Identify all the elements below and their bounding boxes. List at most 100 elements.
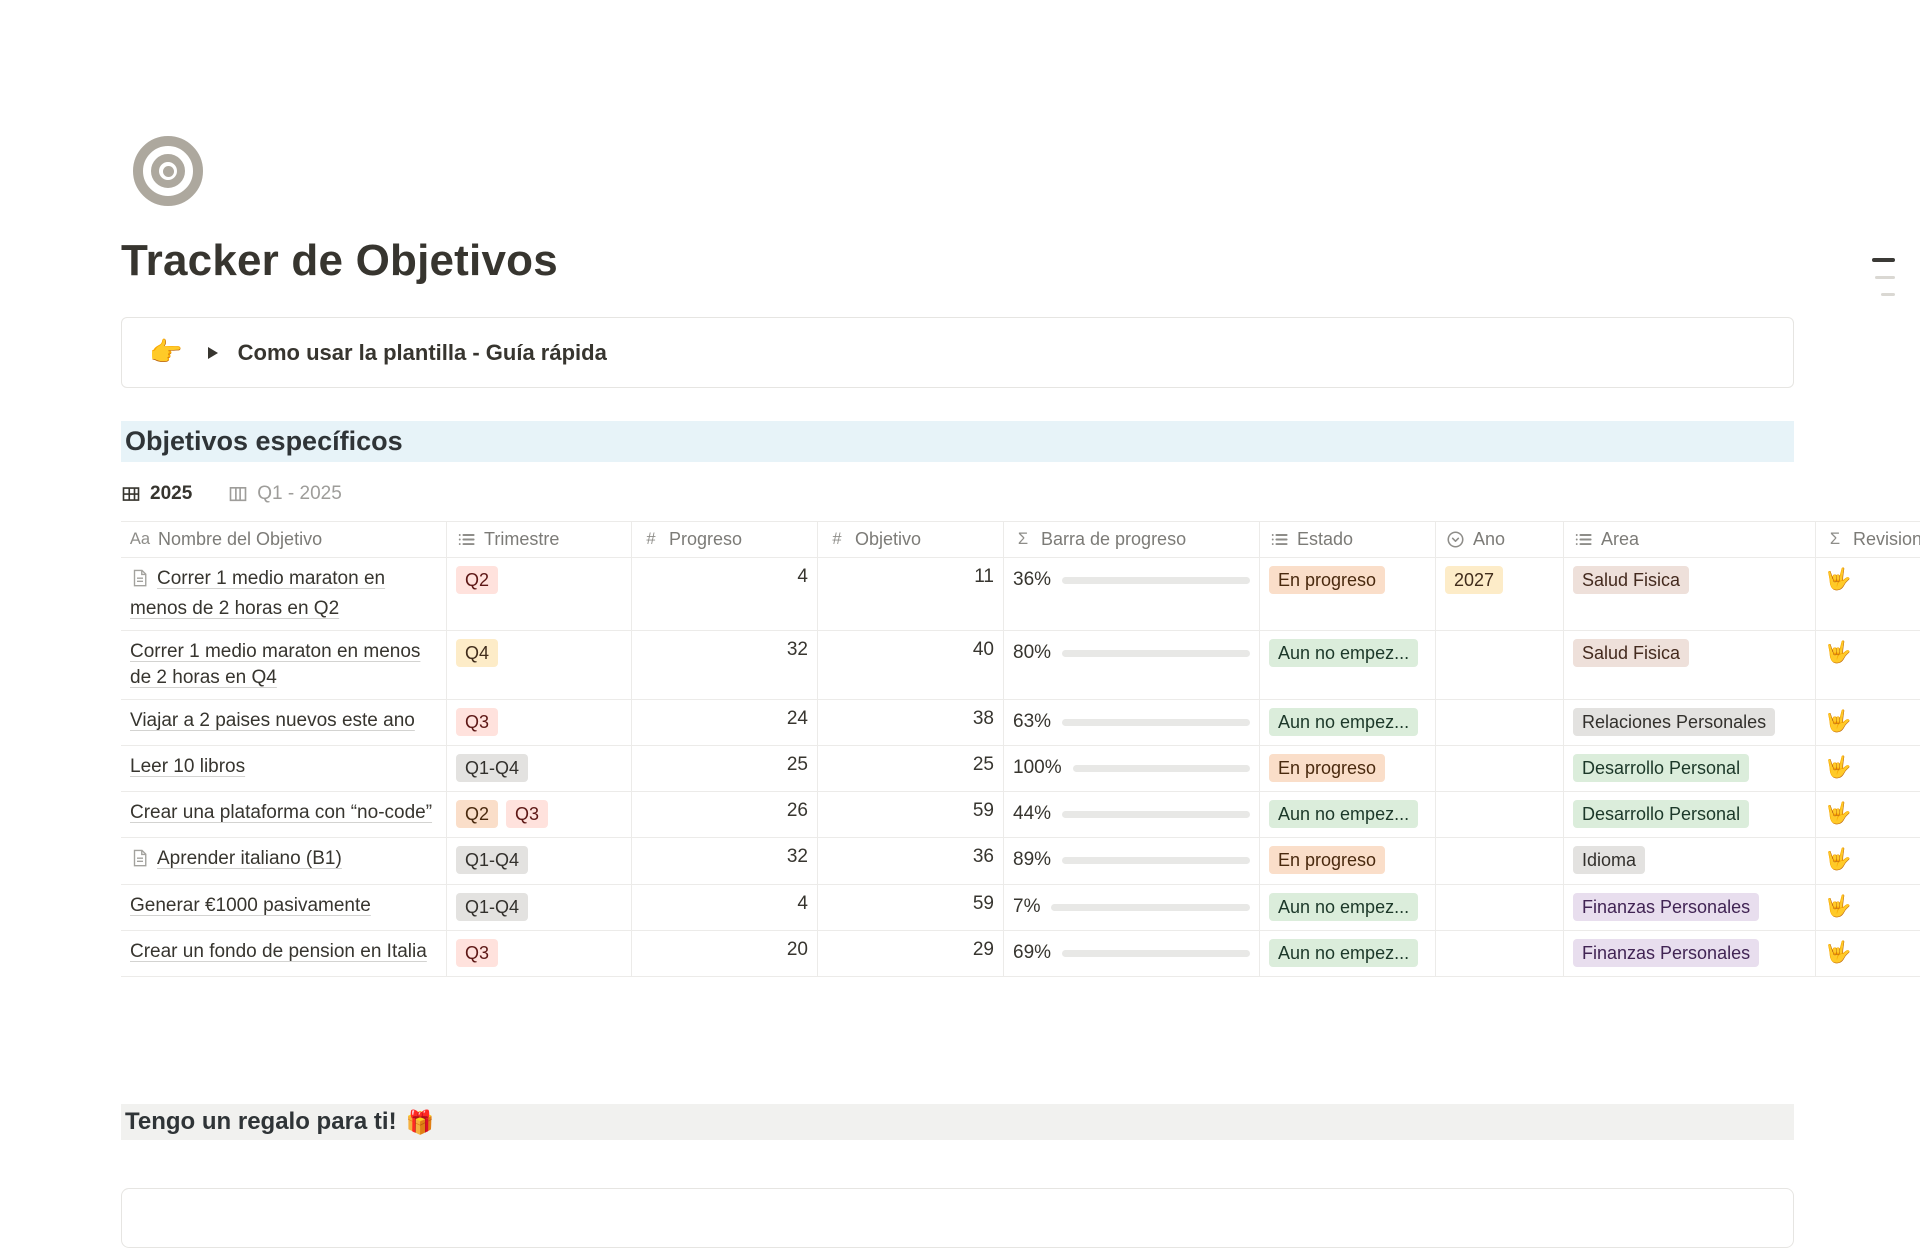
estado-cell[interactable]: Aun no empez... bbox=[1260, 792, 1436, 837]
objective-link[interactable]: Leer 10 libros bbox=[130, 756, 245, 777]
area-cell[interactable]: Idioma bbox=[1564, 838, 1816, 884]
estado-cell[interactable]: En progreso bbox=[1260, 746, 1436, 791]
area-cell[interactable]: Salud Fisica bbox=[1564, 631, 1816, 699]
column-header-trimestre[interactable]: Trimestre bbox=[447, 522, 632, 557]
progress-bar-cell[interactable]: 89% bbox=[1004, 838, 1260, 884]
tag-En progreso[interactable]: En progreso bbox=[1269, 566, 1385, 594]
tag-2027[interactable]: 2027 bbox=[1445, 566, 1503, 594]
objetivo-cell[interactable]: 36 bbox=[818, 838, 1004, 884]
ano-cell[interactable]: 2027 bbox=[1436, 558, 1564, 630]
trimestre-cell[interactable]: Q1-Q4 bbox=[447, 746, 632, 791]
objective-name-cell[interactable]: Viajar a 2 paises nuevos este ano bbox=[121, 700, 447, 745]
tag-Idioma[interactable]: Idioma bbox=[1573, 846, 1645, 874]
revision-cell[interactable]: 🤟 bbox=[1816, 631, 1920, 699]
estado-cell[interactable]: Aun no empez... bbox=[1260, 931, 1436, 976]
trimestre-cell[interactable]: Q3 bbox=[447, 931, 632, 976]
tag-Q3[interactable]: Q3 bbox=[506, 800, 548, 828]
objective-link[interactable]: Crear una plataforma con “no-code” bbox=[130, 802, 432, 823]
revision-cell[interactable]: 🤟 bbox=[1816, 931, 1920, 976]
tag-Salud Fisica[interactable]: Salud Fisica bbox=[1573, 566, 1689, 594]
progreso-cell[interactable]: 4 bbox=[632, 885, 818, 930]
page-target-icon[interactable] bbox=[133, 136, 203, 206]
tag-Q1-Q4[interactable]: Q1-Q4 bbox=[456, 893, 528, 921]
callout-toggle-label[interactable]: Como usar la plantilla - Guía rápida bbox=[238, 340, 607, 366]
objetivo-cell[interactable]: 59 bbox=[818, 885, 1004, 930]
trimestre-cell[interactable]: Q2Q3 bbox=[447, 792, 632, 837]
progress-bar-cell[interactable]: 80% bbox=[1004, 631, 1260, 699]
area-cell[interactable]: Desarrollo Personal bbox=[1564, 746, 1816, 791]
revision-cell[interactable]: 🤟 bbox=[1816, 700, 1920, 745]
tag-Aun no empez...[interactable]: Aun no empez... bbox=[1269, 939, 1418, 967]
objective-name-cell[interactable]: Generar €1000 pasivamente bbox=[121, 885, 447, 930]
column-header-barra[interactable]: ΣBarra de progreso bbox=[1004, 522, 1260, 557]
tag-Aun no empez...[interactable]: Aun no empez... bbox=[1269, 639, 1418, 667]
progreso-cell[interactable]: 20 bbox=[632, 931, 818, 976]
progress-bar-cell[interactable]: 36% bbox=[1004, 558, 1260, 630]
estado-cell[interactable]: En progreso bbox=[1260, 838, 1436, 884]
tag-Desarrollo Personal[interactable]: Desarrollo Personal bbox=[1573, 754, 1749, 782]
tag-Q1-Q4[interactable]: Q1-Q4 bbox=[456, 846, 528, 874]
progreso-cell[interactable]: 24 bbox=[632, 700, 818, 745]
tag-Q1-Q4[interactable]: Q1-Q4 bbox=[456, 754, 528, 782]
tag-Q4[interactable]: Q4 bbox=[456, 639, 498, 667]
toc-line-2[interactable] bbox=[1875, 276, 1895, 279]
tag-Aun no empez...[interactable]: Aun no empez... bbox=[1269, 800, 1418, 828]
revision-cell[interactable]: 🤟 bbox=[1816, 746, 1920, 791]
trimestre-cell[interactable]: Q1-Q4 bbox=[447, 838, 632, 884]
area-cell[interactable]: Salud Fisica bbox=[1564, 558, 1816, 630]
objective-link[interactable]: Generar €1000 pasivamente bbox=[130, 895, 371, 916]
objective-name-cell[interactable]: Leer 10 libros bbox=[121, 746, 447, 791]
tag-Desarrollo Personal[interactable]: Desarrollo Personal bbox=[1573, 800, 1749, 828]
ano-cell[interactable] bbox=[1436, 631, 1564, 699]
revision-cell[interactable]: 🤟 bbox=[1816, 558, 1920, 630]
area-cell[interactable]: Finanzas Personales bbox=[1564, 885, 1816, 930]
objetivo-cell[interactable]: 11 bbox=[818, 558, 1004, 630]
objective-name-cell[interactable]: Crear un fondo de pension en Italia bbox=[121, 931, 447, 976]
trimestre-cell[interactable]: Q3 bbox=[447, 700, 632, 745]
tag-Q2[interactable]: Q2 bbox=[456, 566, 498, 594]
progress-bar-cell[interactable]: 69% bbox=[1004, 931, 1260, 976]
tab-2025[interactable]: 2025 bbox=[121, 483, 192, 505]
tag-Finanzas Personales[interactable]: Finanzas Personales bbox=[1573, 939, 1759, 967]
revision-cell[interactable]: 🤟 bbox=[1816, 792, 1920, 837]
objetivo-cell[interactable]: 40 bbox=[818, 631, 1004, 699]
objective-link[interactable]: Correr 1 medio maraton en menos de 2 hor… bbox=[130, 568, 385, 619]
ano-cell[interactable] bbox=[1436, 746, 1564, 791]
ano-cell[interactable] bbox=[1436, 700, 1564, 745]
objective-link[interactable]: Aprender italiano (B1) bbox=[157, 848, 342, 869]
progreso-cell[interactable]: 32 bbox=[632, 838, 818, 884]
estado-cell[interactable]: En progreso bbox=[1260, 558, 1436, 630]
objetivo-cell[interactable]: 38 bbox=[818, 700, 1004, 745]
ano-cell[interactable] bbox=[1436, 885, 1564, 930]
progreso-cell[interactable]: 4 bbox=[632, 558, 818, 630]
objective-link[interactable]: Crear un fondo de pension en Italia bbox=[130, 941, 427, 962]
revision-cell[interactable]: 🤟 bbox=[1816, 885, 1920, 930]
area-cell[interactable]: Finanzas Personales bbox=[1564, 931, 1816, 976]
objective-name-cell[interactable]: Correr 1 medio maraton en menos de 2 hor… bbox=[121, 631, 447, 699]
tab-q1-2025[interactable]: Q1 - 2025 bbox=[228, 483, 342, 505]
how-to-callout[interactable]: 👉 Como usar la plantilla - Guía rápida bbox=[121, 317, 1794, 388]
trimestre-cell[interactable]: Q4 bbox=[447, 631, 632, 699]
progress-bar-cell[interactable]: 7% bbox=[1004, 885, 1260, 930]
objective-name-cell[interactable]: Crear una plataforma con “no-code” bbox=[121, 792, 447, 837]
toc-line-3[interactable] bbox=[1881, 293, 1895, 296]
objetivo-cell[interactable]: 29 bbox=[818, 931, 1004, 976]
tag-Salud Fisica[interactable]: Salud Fisica bbox=[1573, 639, 1689, 667]
progress-bar-cell[interactable]: 63% bbox=[1004, 700, 1260, 745]
trimestre-cell[interactable]: Q2 bbox=[447, 558, 632, 630]
tag-Aun no empez...[interactable]: Aun no empez... bbox=[1269, 708, 1418, 736]
tag-Q3[interactable]: Q3 bbox=[456, 708, 498, 736]
tag-Finanzas Personales[interactable]: Finanzas Personales bbox=[1573, 893, 1759, 921]
tag-Aun no empez...[interactable]: Aun no empez... bbox=[1269, 893, 1418, 921]
column-header-revision[interactable]: ΣRevision bbox=[1816, 522, 1920, 557]
ano-cell[interactable] bbox=[1436, 931, 1564, 976]
tag-Relaciones Personales[interactable]: Relaciones Personales bbox=[1573, 708, 1775, 736]
objetivo-cell[interactable]: 59 bbox=[818, 792, 1004, 837]
progress-bar-cell[interactable]: 44% bbox=[1004, 792, 1260, 837]
tag-Q3[interactable]: Q3 bbox=[456, 939, 498, 967]
toggle-arrow-icon[interactable] bbox=[208, 347, 218, 359]
progreso-cell[interactable]: 25 bbox=[632, 746, 818, 791]
objetivo-cell[interactable]: 25 bbox=[818, 746, 1004, 791]
column-header-ano[interactable]: Ano bbox=[1436, 522, 1564, 557]
toc-line-1[interactable] bbox=[1872, 258, 1895, 262]
